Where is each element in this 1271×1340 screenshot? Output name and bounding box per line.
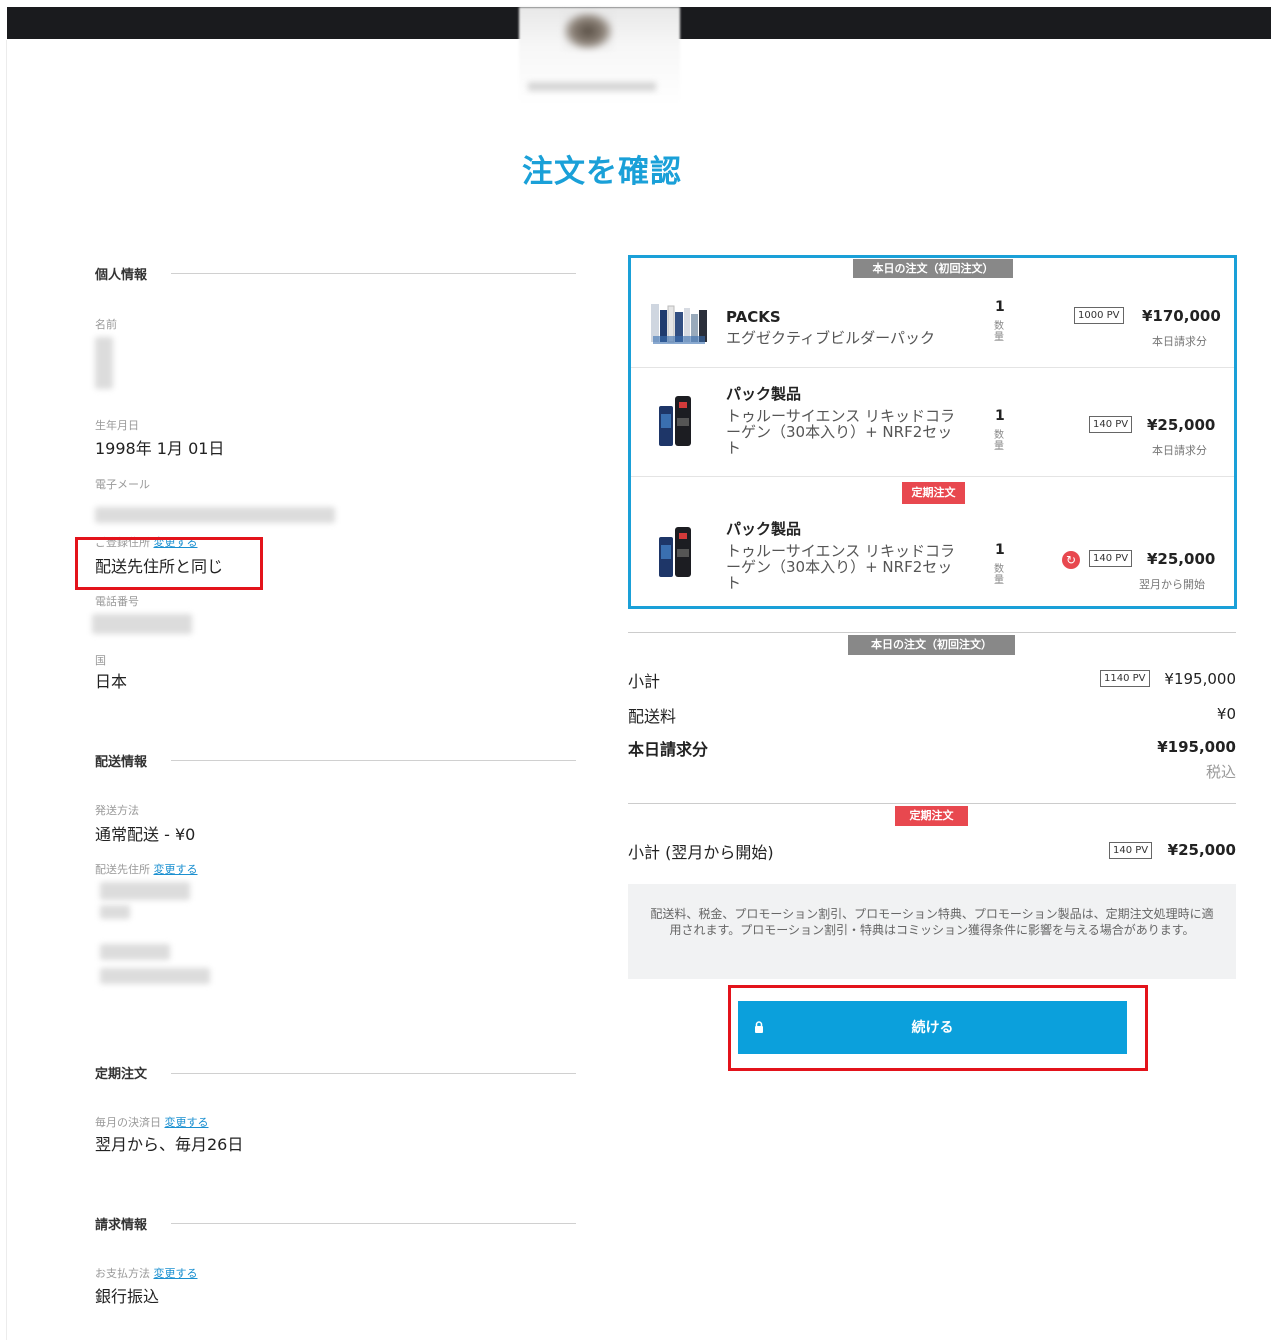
summary-divider bbox=[628, 632, 1236, 633]
summary-divider bbox=[628, 803, 1236, 804]
recurring-subtotal-value: ¥25,000 bbox=[1167, 841, 1236, 859]
shipping-fee-value: ¥0 bbox=[1216, 705, 1236, 723]
item-note: 本日請求分 bbox=[1152, 335, 1207, 348]
product-image-bottles bbox=[659, 396, 691, 446]
shipping-address-blurred bbox=[100, 944, 170, 960]
item-name: エグゼクティブビルダーパック bbox=[726, 329, 935, 347]
recurring-icon: ↻ bbox=[1062, 551, 1080, 569]
item-price: ¥25,000 bbox=[1147, 416, 1216, 434]
shipping-address-label-text: 配送先住所 bbox=[95, 863, 150, 876]
item-category: パック製品 bbox=[726, 385, 802, 403]
section-title-shipping: 配送情報 bbox=[95, 755, 148, 770]
recurring-pv-badge: 140 PV bbox=[1109, 842, 1153, 859]
item-category: PACKS bbox=[726, 308, 781, 326]
section-divider bbox=[171, 1073, 576, 1074]
page-title: 注文を確認 bbox=[522, 154, 682, 190]
payment-method-label-text: お支払方法 bbox=[95, 1267, 150, 1280]
billing-day-value: 翌月から、毎月26日 bbox=[95, 1135, 244, 1154]
logo-mark bbox=[563, 12, 613, 50]
recurring-order-tag: 定期注文 bbox=[902, 482, 965, 504]
item-note: 翌月から開始 bbox=[1139, 578, 1205, 591]
payment-method-label: お支払方法 変更する bbox=[95, 1265, 198, 1281]
section-title-billing: 請求情報 bbox=[95, 1218, 148, 1233]
item-name: トゥルーサイエンス リキッドコラーゲン（30本入り）+ NRF2セット bbox=[726, 542, 956, 592]
due-today-value: ¥195,000 bbox=[1157, 738, 1236, 756]
item-category: パック製品 bbox=[726, 520, 802, 538]
phone-value-blurred bbox=[92, 614, 192, 634]
name-label: 名前 bbox=[95, 318, 117, 331]
product-image-pack bbox=[651, 304, 707, 344]
billing-day-label: 毎月の決済日 変更する bbox=[95, 1114, 209, 1130]
phone-label: 電話番号 bbox=[95, 595, 139, 608]
item-qty: 1 bbox=[995, 408, 1005, 424]
item-qty: 1 bbox=[995, 299, 1005, 315]
item-qty-label: 数量 bbox=[994, 564, 1004, 586]
item-note: 本日請求分 bbox=[1152, 444, 1207, 457]
item-price: ¥25,000 bbox=[1147, 550, 1216, 568]
email-value-blurred bbox=[95, 507, 335, 523]
dob-label: 生年月日 bbox=[95, 419, 139, 432]
section-divider bbox=[171, 760, 576, 761]
due-today-label: 本日請求分 bbox=[628, 740, 709, 759]
cart-panel: 本日の注文（初回注文） PACKS エグゼクティブビルダーパック 1 数量 10… bbox=[628, 255, 1237, 609]
country-value: 日本 bbox=[95, 672, 128, 691]
shipping-fee-label: 配送料 bbox=[628, 707, 677, 726]
item-name: トゥルーサイエンス リキッドコラーゲン（30本入り）+ NRF2セット bbox=[726, 407, 956, 457]
cart-item: パック製品 トゥルーサイエンス リキッドコラーゲン（30本入り）+ NRF2セッ… bbox=[631, 368, 1234, 477]
page-edge bbox=[6, 40, 7, 1340]
subtotal-pv-badge: 1140 PV bbox=[1100, 670, 1150, 687]
shipping-address-blurred bbox=[100, 882, 190, 900]
section-divider bbox=[171, 273, 576, 274]
shipping-method-label: 発送方法 bbox=[95, 804, 139, 817]
name-value-blurred bbox=[95, 337, 113, 389]
item-qty-label: 数量 bbox=[994, 430, 1004, 452]
summary-recurring-tag: 定期注文 bbox=[895, 806, 968, 826]
recurring-notice: 配送料、税金、プロモーション割引、プロモーション特典、プロモーション製品は、定期… bbox=[628, 884, 1236, 979]
section-title-personal: 個人情報 bbox=[95, 268, 148, 283]
shipping-address-blurred bbox=[100, 905, 130, 919]
billing-day-label-text: 毎月の決済日 bbox=[95, 1116, 161, 1129]
country-label: 国 bbox=[95, 654, 106, 667]
recurring-subtotal-label: 小計 (翌月から開始) bbox=[628, 843, 774, 862]
email-label: 電子メール bbox=[95, 478, 150, 491]
payment-method-value: 銀行振込 bbox=[95, 1287, 160, 1306]
cart-item: パック製品 トゥルーサイエンス リキッドコラーゲン（30本入り）+ NRF2セッ… bbox=[631, 503, 1234, 607]
change-payment-method-link[interactable]: 変更する bbox=[154, 1267, 198, 1280]
item-pv-badge: 140 PV bbox=[1089, 550, 1133, 567]
item-price: ¥170,000 bbox=[1142, 307, 1221, 325]
highlight-box bbox=[728, 985, 1148, 1071]
subtotal-label: 小計 bbox=[628, 672, 661, 691]
tax-note: 税込 bbox=[1205, 763, 1236, 781]
cart-item: PACKS エグゼクティブビルダーパック 1 数量 1000 PV ¥170,0… bbox=[631, 258, 1234, 368]
highlight-box bbox=[75, 537, 263, 590]
shipping-address-blurred bbox=[100, 968, 210, 984]
shipping-address-label: 配送先住所 変更する bbox=[95, 861, 198, 877]
summary-today-tag: 本日の注文（初回注文） bbox=[848, 635, 1015, 655]
change-billing-day-link[interactable]: 変更する bbox=[165, 1116, 209, 1129]
product-image-bottles bbox=[659, 527, 691, 577]
section-title-subscription: 定期注文 bbox=[95, 1067, 148, 1082]
logo-text-blurred bbox=[528, 82, 656, 91]
item-pv-badge: 1000 PV bbox=[1074, 307, 1124, 324]
change-shipping-address-link[interactable]: 変更する bbox=[154, 863, 198, 876]
section-divider bbox=[171, 1223, 576, 1224]
shipping-method-value: 通常配送 - ¥0 bbox=[95, 825, 196, 844]
subtotal-value: ¥195,000 bbox=[1164, 670, 1236, 688]
dob-value: 1998年 1月 01日 bbox=[95, 439, 225, 458]
item-qty-label: 数量 bbox=[994, 321, 1004, 343]
item-pv-badge: 140 PV bbox=[1089, 416, 1133, 433]
item-qty: 1 bbox=[995, 542, 1005, 558]
